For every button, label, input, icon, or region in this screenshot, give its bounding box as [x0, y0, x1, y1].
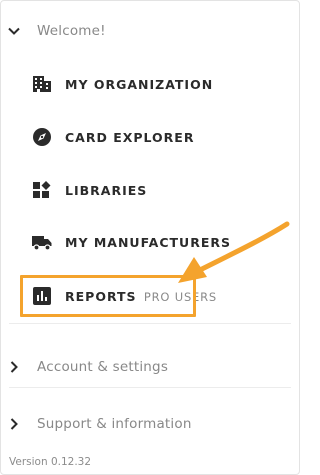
navigation-drawer: Welcome! MY ORGANIZATION CARD EXPLORER L…: [0, 0, 300, 475]
nav-item-reports[interactable]: REPORTS PRO USERS: [1, 276, 291, 316]
welcome-section-toggle[interactable]: Welcome!: [1, 11, 291, 51]
support-information-label: Support & information: [37, 416, 192, 432]
divider: [9, 387, 291, 388]
chevron-right-icon: [10, 361, 18, 373]
nav-item-my-manufacturers[interactable]: MY MANUFACTURERS: [1, 222, 291, 262]
library-blocks-icon: [33, 181, 51, 198]
truck-icon: [32, 236, 52, 251]
nav-item-label: MY MANUFACTURERS: [65, 234, 231, 250]
nav-item-my-organization[interactable]: MY ORGANIZATION: [1, 64, 291, 104]
nav-item-label: REPORTS PRO USERS: [65, 289, 217, 304]
nav-item-label: CARD EXPLORER: [65, 129, 195, 145]
reports-label: REPORTS: [65, 288, 137, 304]
account-settings-label: Account & settings: [37, 359, 169, 375]
chevron-right-icon: [10, 418, 18, 430]
nav-item-libraries[interactable]: LIBRARIES: [1, 170, 291, 210]
chevron-down-icon: [8, 27, 20, 35]
support-information-toggle[interactable]: Support & information: [1, 404, 291, 444]
pro-users-badge: PRO USERS: [143, 289, 218, 304]
account-settings-toggle[interactable]: Account & settings: [1, 347, 291, 387]
nav-item-label: MY ORGANIZATION: [65, 76, 214, 92]
nav-item-label: LIBRARIES: [65, 182, 148, 198]
divider: [9, 323, 291, 324]
nav-item-card-explorer[interactable]: CARD EXPLORER: [1, 117, 291, 157]
bar-chart-icon: [33, 287, 51, 305]
welcome-label: Welcome!: [37, 23, 106, 39]
building-icon: [33, 76, 51, 92]
version-text: Version 0.12.32: [9, 456, 92, 468]
compass-icon: [33, 128, 51, 146]
